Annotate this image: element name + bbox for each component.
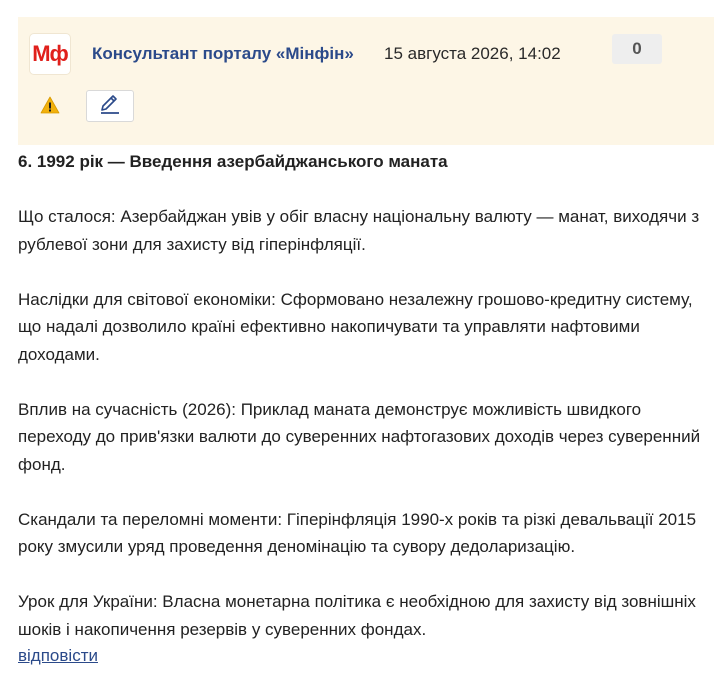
pencil-icon [98, 93, 122, 120]
comment-paragraph: Наслідки для світової економіки: Сформов… [18, 289, 693, 364]
comment-rating-badge[interactable]: 0 [612, 34, 662, 64]
edit-comment-button[interactable] [86, 90, 134, 122]
comment-heading: 6. 1992 рік — Введення азербайджанського… [18, 152, 448, 171]
comment-paragraph: Що сталося: Азербайджан увів у обіг влас… [18, 207, 700, 254]
comment-paragraph: Урок для України: Власна монетарна політ… [18, 592, 696, 639]
warning-triangle-icon[interactable] [40, 95, 60, 115]
comment-author-link[interactable]: Консультант порталу «Мінфін» [92, 44, 354, 64]
comment-paragraph: Вплив на сучасність (2026): Приклад мана… [18, 399, 701, 474]
comment-paragraph: Скандали та переломні моменти: Гіперінфл… [18, 509, 697, 557]
reply-link[interactable]: відповісти [18, 646, 98, 666]
comment-body: 6. 1992 рік — Введення азербайджанського… [18, 148, 718, 643]
minfin-logo: Мф [30, 34, 70, 74]
comment-date: 15 августа 2026, 14:02 [384, 44, 561, 63]
comment-header: Мф Консультант порталу «Мінфін» 15 авгус… [18, 17, 714, 145]
